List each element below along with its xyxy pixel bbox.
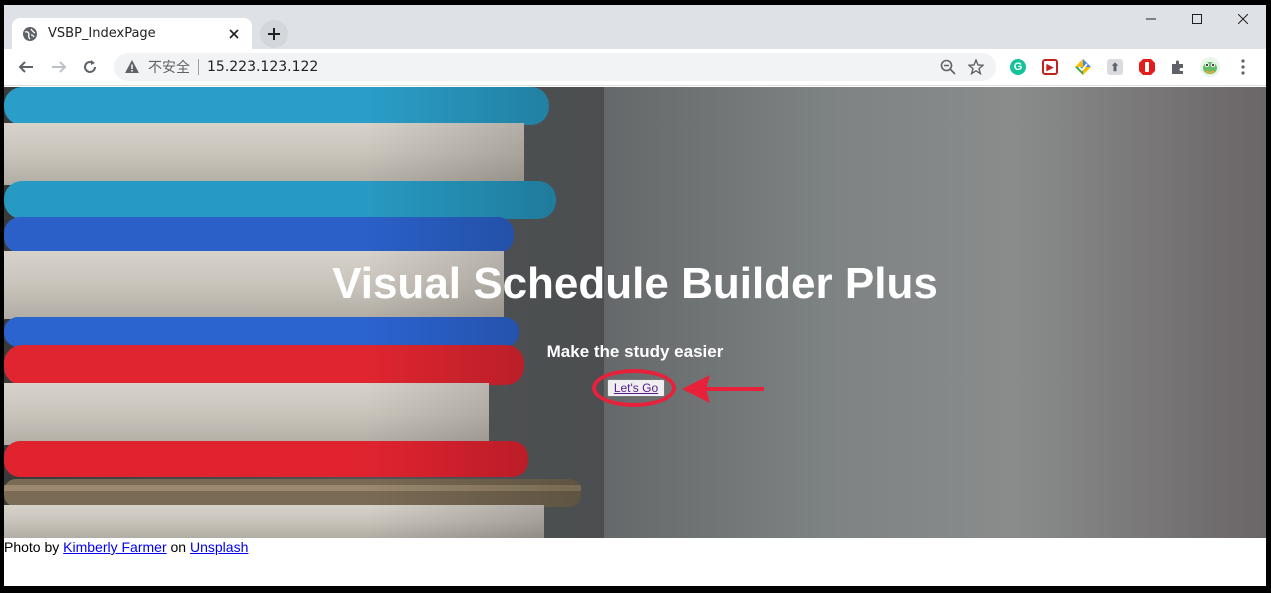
close-tab-icon[interactable]	[226, 26, 242, 42]
book-stack-image	[4, 87, 604, 538]
tab-title: VSBP_IndexPage	[48, 26, 156, 41]
globe-icon	[22, 26, 38, 42]
address-bar[interactable]: 不安全 15.223.123.122	[114, 53, 996, 81]
arrow-right-icon	[52, 61, 67, 73]
plus-icon	[268, 28, 280, 40]
minimize-icon	[1146, 18, 1156, 20]
tab-strip: VSBP_IndexPage	[4, 5, 1266, 49]
grammarly-extension-icon[interactable]: G	[1007, 56, 1029, 78]
browser-toolbar: 不安全 15.223.123.122 G ▶ ⬆	[4, 49, 1266, 86]
browser-tab[interactable]: VSBP_IndexPage	[12, 18, 252, 49]
credit-prefix: Photo by	[4, 539, 64, 555]
translate-extension-icon[interactable]: ⬆	[1104, 56, 1126, 78]
zoom-icon[interactable]	[934, 53, 962, 81]
photo-credit: Photo by Kimberly Farmer on Unsplash	[4, 539, 248, 555]
bookmark-star-icon[interactable]	[962, 53, 990, 81]
new-tab-button[interactable]	[260, 20, 288, 48]
page-viewport: Visual Schedule Builder Plus Make the st…	[4, 87, 1266, 586]
unsplash-link[interactable]: Unsplash	[190, 539, 248, 555]
page-title: Visual Schedule Builder Plus	[332, 259, 938, 308]
maximize-button[interactable]	[1174, 5, 1220, 33]
lets-go-button[interactable]: Let's Go	[607, 379, 665, 397]
window-controls	[1128, 5, 1266, 33]
close-icon	[1238, 14, 1248, 24]
annotation-arrow-icon	[682, 375, 764, 403]
author-link[interactable]: Kimberly Farmer	[63, 539, 166, 555]
reload-button[interactable]	[76, 53, 104, 81]
security-label[interactable]: 不安全	[148, 57, 190, 77]
hero-banner: Visual Schedule Builder Plus Make the st…	[4, 87, 1266, 538]
minimize-button[interactable]	[1128, 5, 1174, 33]
media-extension-icon[interactable]: ▶	[1039, 56, 1061, 78]
puzzle-icon[interactable]	[1167, 56, 1189, 78]
maximize-icon	[1192, 14, 1202, 24]
credit-middle: on	[166, 539, 190, 555]
page-subtitle: Make the study easier	[546, 342, 724, 361]
close-window-button[interactable]	[1220, 5, 1266, 33]
colorful-extension-icon[interactable]	[1072, 56, 1094, 78]
warning-icon[interactable]	[124, 59, 140, 75]
back-button[interactable]	[12, 53, 40, 81]
adblock-extension-icon[interactable]	[1136, 56, 1158, 78]
forward-button[interactable]	[45, 53, 73, 81]
browser-window: VSBP_IndexPage 不安全 15.223.123.122 G ▶ ⬆ …	[4, 5, 1266, 586]
profile-avatar[interactable]	[1199, 56, 1221, 78]
reload-icon	[84, 60, 96, 73]
url-text[interactable]: 15.223.123.122	[207, 59, 934, 75]
omnibox-divider	[198, 59, 199, 75]
menu-icon[interactable]	[1232, 56, 1254, 78]
arrow-left-icon	[18, 61, 33, 73]
